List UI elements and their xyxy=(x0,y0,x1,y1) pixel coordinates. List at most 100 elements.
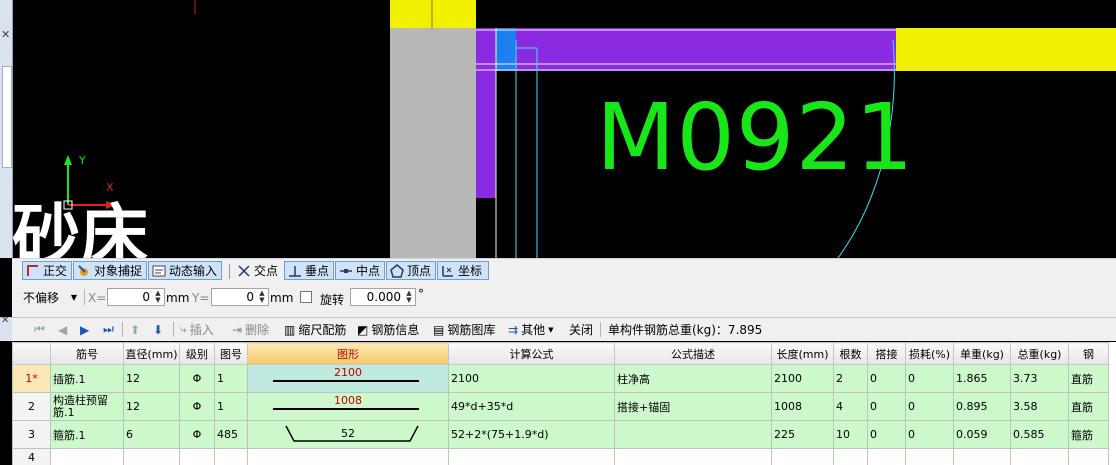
top-yellow-block xyxy=(390,0,476,28)
dock-tab[interactable] xyxy=(2,66,12,168)
cell-grade[interactable]: Φ xyxy=(179,392,215,421)
midpoint-button[interactable]: 中点 xyxy=(335,261,385,280)
rotate-spinner[interactable]: ▲ ▼ xyxy=(404,290,414,304)
row-number[interactable]: 1* xyxy=(12,364,51,393)
next-record-icon[interactable]: ▶ xyxy=(80,321,89,338)
cell-total-weight[interactable]: 3.58 xyxy=(1010,392,1069,421)
cell-length[interactable]: 225 xyxy=(771,420,834,449)
cell-diameter[interactable]: 12 xyxy=(123,392,180,421)
col-header-description[interactable]: 公式描述 xyxy=(614,342,772,365)
col-header-loss[interactable]: 损耗(%) xyxy=(905,342,954,365)
col-header-name[interactable]: 筋号 xyxy=(50,342,124,365)
cell-shape[interactable]: 1008 xyxy=(247,392,449,421)
cell-description[interactable]: 柱净高 xyxy=(614,364,772,393)
move-down-icon[interactable]: ⬇ xyxy=(153,321,163,338)
cell-description[interactable]: 搭接+锚固 xyxy=(614,392,772,421)
first-record-icon[interactable]: ⏮ xyxy=(34,321,45,338)
cell-formula[interactable]: 52+2*(75+1.9*d) xyxy=(448,420,615,449)
col-header-type[interactable]: 钢 xyxy=(1068,342,1109,365)
offset-mode-select[interactable]: 不偏移 ▼ xyxy=(20,288,80,306)
cell-lap[interactable]: 0 xyxy=(867,392,906,421)
close-button[interactable]: 关闭 xyxy=(569,321,593,338)
x-input[interactable]: 0 ▲ ▼ xyxy=(107,288,165,306)
cell-loss[interactable]: 0 xyxy=(905,364,954,393)
last-record-icon[interactable]: ⏭ xyxy=(103,321,114,338)
cell-count[interactable]: 10 xyxy=(833,420,868,449)
cad-canvas[interactable]: Y X M0921 砂床 ✕ xyxy=(0,0,1116,258)
col-header-length[interactable]: 长度(mm) xyxy=(771,342,834,365)
move-up-icon[interactable]: ⬆ xyxy=(130,321,140,338)
cell-length[interactable]: 1008 xyxy=(771,392,834,421)
prev-record-icon[interactable]: ◀ xyxy=(58,321,67,338)
cell-unit-weight[interactable]: 1.865 xyxy=(953,364,1011,393)
rebar-library-button[interactable]: ▤ 钢筋图库 xyxy=(433,321,495,338)
y-spinner[interactable]: ▲ ▼ xyxy=(257,290,267,304)
rotate-input[interactable]: 0.000 ▲ ▼ xyxy=(350,288,416,306)
intersection-button[interactable]: 交点 xyxy=(234,261,284,280)
cell-lap[interactable]: 0 xyxy=(867,420,906,449)
col-header-formula[interactable]: 计算公式 xyxy=(448,342,615,365)
rotate-checkbox[interactable] xyxy=(300,291,312,303)
cell-shape[interactable]: 52 xyxy=(247,420,449,449)
rebar-info-button[interactable]: ◩ 钢筋信息 xyxy=(357,321,419,338)
table-row[interactable]: 3 箍筋.1 6 Φ 485 52 52+2*(75+1.9*d) 225 10… xyxy=(12,420,1109,449)
ortho-button[interactable]: 正交 xyxy=(22,261,72,280)
col-header-grade[interactable]: 级别 xyxy=(179,342,215,365)
cell-lap[interactable]: 0 xyxy=(867,364,906,393)
close-icon[interactable]: ✕ xyxy=(1,28,10,41)
cell-length[interactable]: 2100 xyxy=(771,364,834,393)
perpendicular-button[interactable]: 垂点 xyxy=(284,261,334,280)
blue-node xyxy=(496,28,516,71)
col-header-lap[interactable]: 搭接 xyxy=(867,342,906,365)
dynamic-input-button[interactable]: 动态输入 xyxy=(148,261,222,280)
panel-close-icon[interactable]: ✕ xyxy=(1,315,9,326)
cell-loss[interactable]: 0 xyxy=(905,420,954,449)
cell-grade[interactable]: Φ xyxy=(179,420,215,449)
ortho-icon xyxy=(26,264,40,278)
cell-shape[interactable]: 2100 xyxy=(247,364,449,393)
col-header-shape[interactable]: 图形 xyxy=(247,342,449,365)
cell-name[interactable]: 箍筋.1 xyxy=(50,420,124,449)
cell-count[interactable]: 4 xyxy=(833,392,868,421)
cell-total-weight[interactable]: 0.585 xyxy=(1010,420,1069,449)
object-snap-button[interactable]: 对象捕捉 xyxy=(73,261,147,280)
cell-type[interactable]: 直筋 xyxy=(1068,392,1109,421)
cell-diameter[interactable]: 6 xyxy=(123,420,180,449)
scale-rebar-button[interactable]: ▥ 缩尺配筋 xyxy=(284,321,346,338)
cell-formula[interactable]: 49*d+35*d xyxy=(448,392,615,421)
col-header-figure[interactable]: 图号 xyxy=(214,342,248,365)
row-number[interactable]: 4 xyxy=(12,448,51,465)
insert-button[interactable]: ⤷ 插入 xyxy=(180,321,214,338)
col-header-unit-weight[interactable]: 单重(kg) xyxy=(953,342,1011,365)
cell-total-weight[interactable]: 3.73 xyxy=(1010,364,1069,393)
row-number[interactable]: 2 xyxy=(12,392,51,421)
cell-figure[interactable]: 485 xyxy=(214,420,248,449)
cell-unit-weight[interactable]: 0.059 xyxy=(953,420,1011,449)
cell-name[interactable]: 插筋.1 xyxy=(50,364,124,393)
table-row[interactable]: 2 构造柱预留筋.1 12 Φ 1 1008 49*d+35*d 搭接+锚固 1… xyxy=(12,392,1109,421)
col-header-total-weight[interactable]: 总重(kg) xyxy=(1010,342,1069,365)
delete-button[interactable]: ⇥ 删除 xyxy=(232,321,269,338)
cell-description[interactable] xyxy=(614,420,772,449)
cell-type[interactable]: 箍筋 xyxy=(1068,420,1109,449)
cell-unit-weight[interactable]: 0.895 xyxy=(953,392,1011,421)
vertex-button[interactable]: 顶点 xyxy=(386,261,436,280)
col-header-diameter[interactable]: 直径(mm) xyxy=(123,342,180,365)
cell-figure[interactable]: 1 xyxy=(214,392,248,421)
col-header-count[interactable]: 根数 xyxy=(833,342,868,365)
table-row[interactable]: 1* 插筋.1 12 Φ 1 2100 2100 柱净高 2100 2 0 0 … xyxy=(12,364,1109,393)
cell-formula[interactable]: 2100 xyxy=(448,364,615,393)
cell-type[interactable]: 直筋 xyxy=(1068,364,1109,393)
cell-grade[interactable]: Φ xyxy=(179,364,215,393)
cell-count[interactable]: 2 xyxy=(833,364,868,393)
table-row[interactable]: 4 xyxy=(12,448,1109,465)
y-input[interactable]: 0 ▲ ▼ xyxy=(211,288,269,306)
x-spinner[interactable]: ▲ ▼ xyxy=(153,290,163,304)
coordinate-button[interactable]: 坐标 xyxy=(437,261,489,280)
cell-name[interactable]: 构造柱预留筋.1 xyxy=(50,392,124,421)
other-menu-button[interactable]: ⇉ 其他 ▼ xyxy=(508,321,553,338)
cell-loss[interactable]: 0 xyxy=(905,392,954,421)
cell-figure[interactable]: 1 xyxy=(214,364,248,393)
row-number[interactable]: 3 xyxy=(12,420,51,449)
cell-diameter[interactable]: 12 xyxy=(123,364,180,393)
